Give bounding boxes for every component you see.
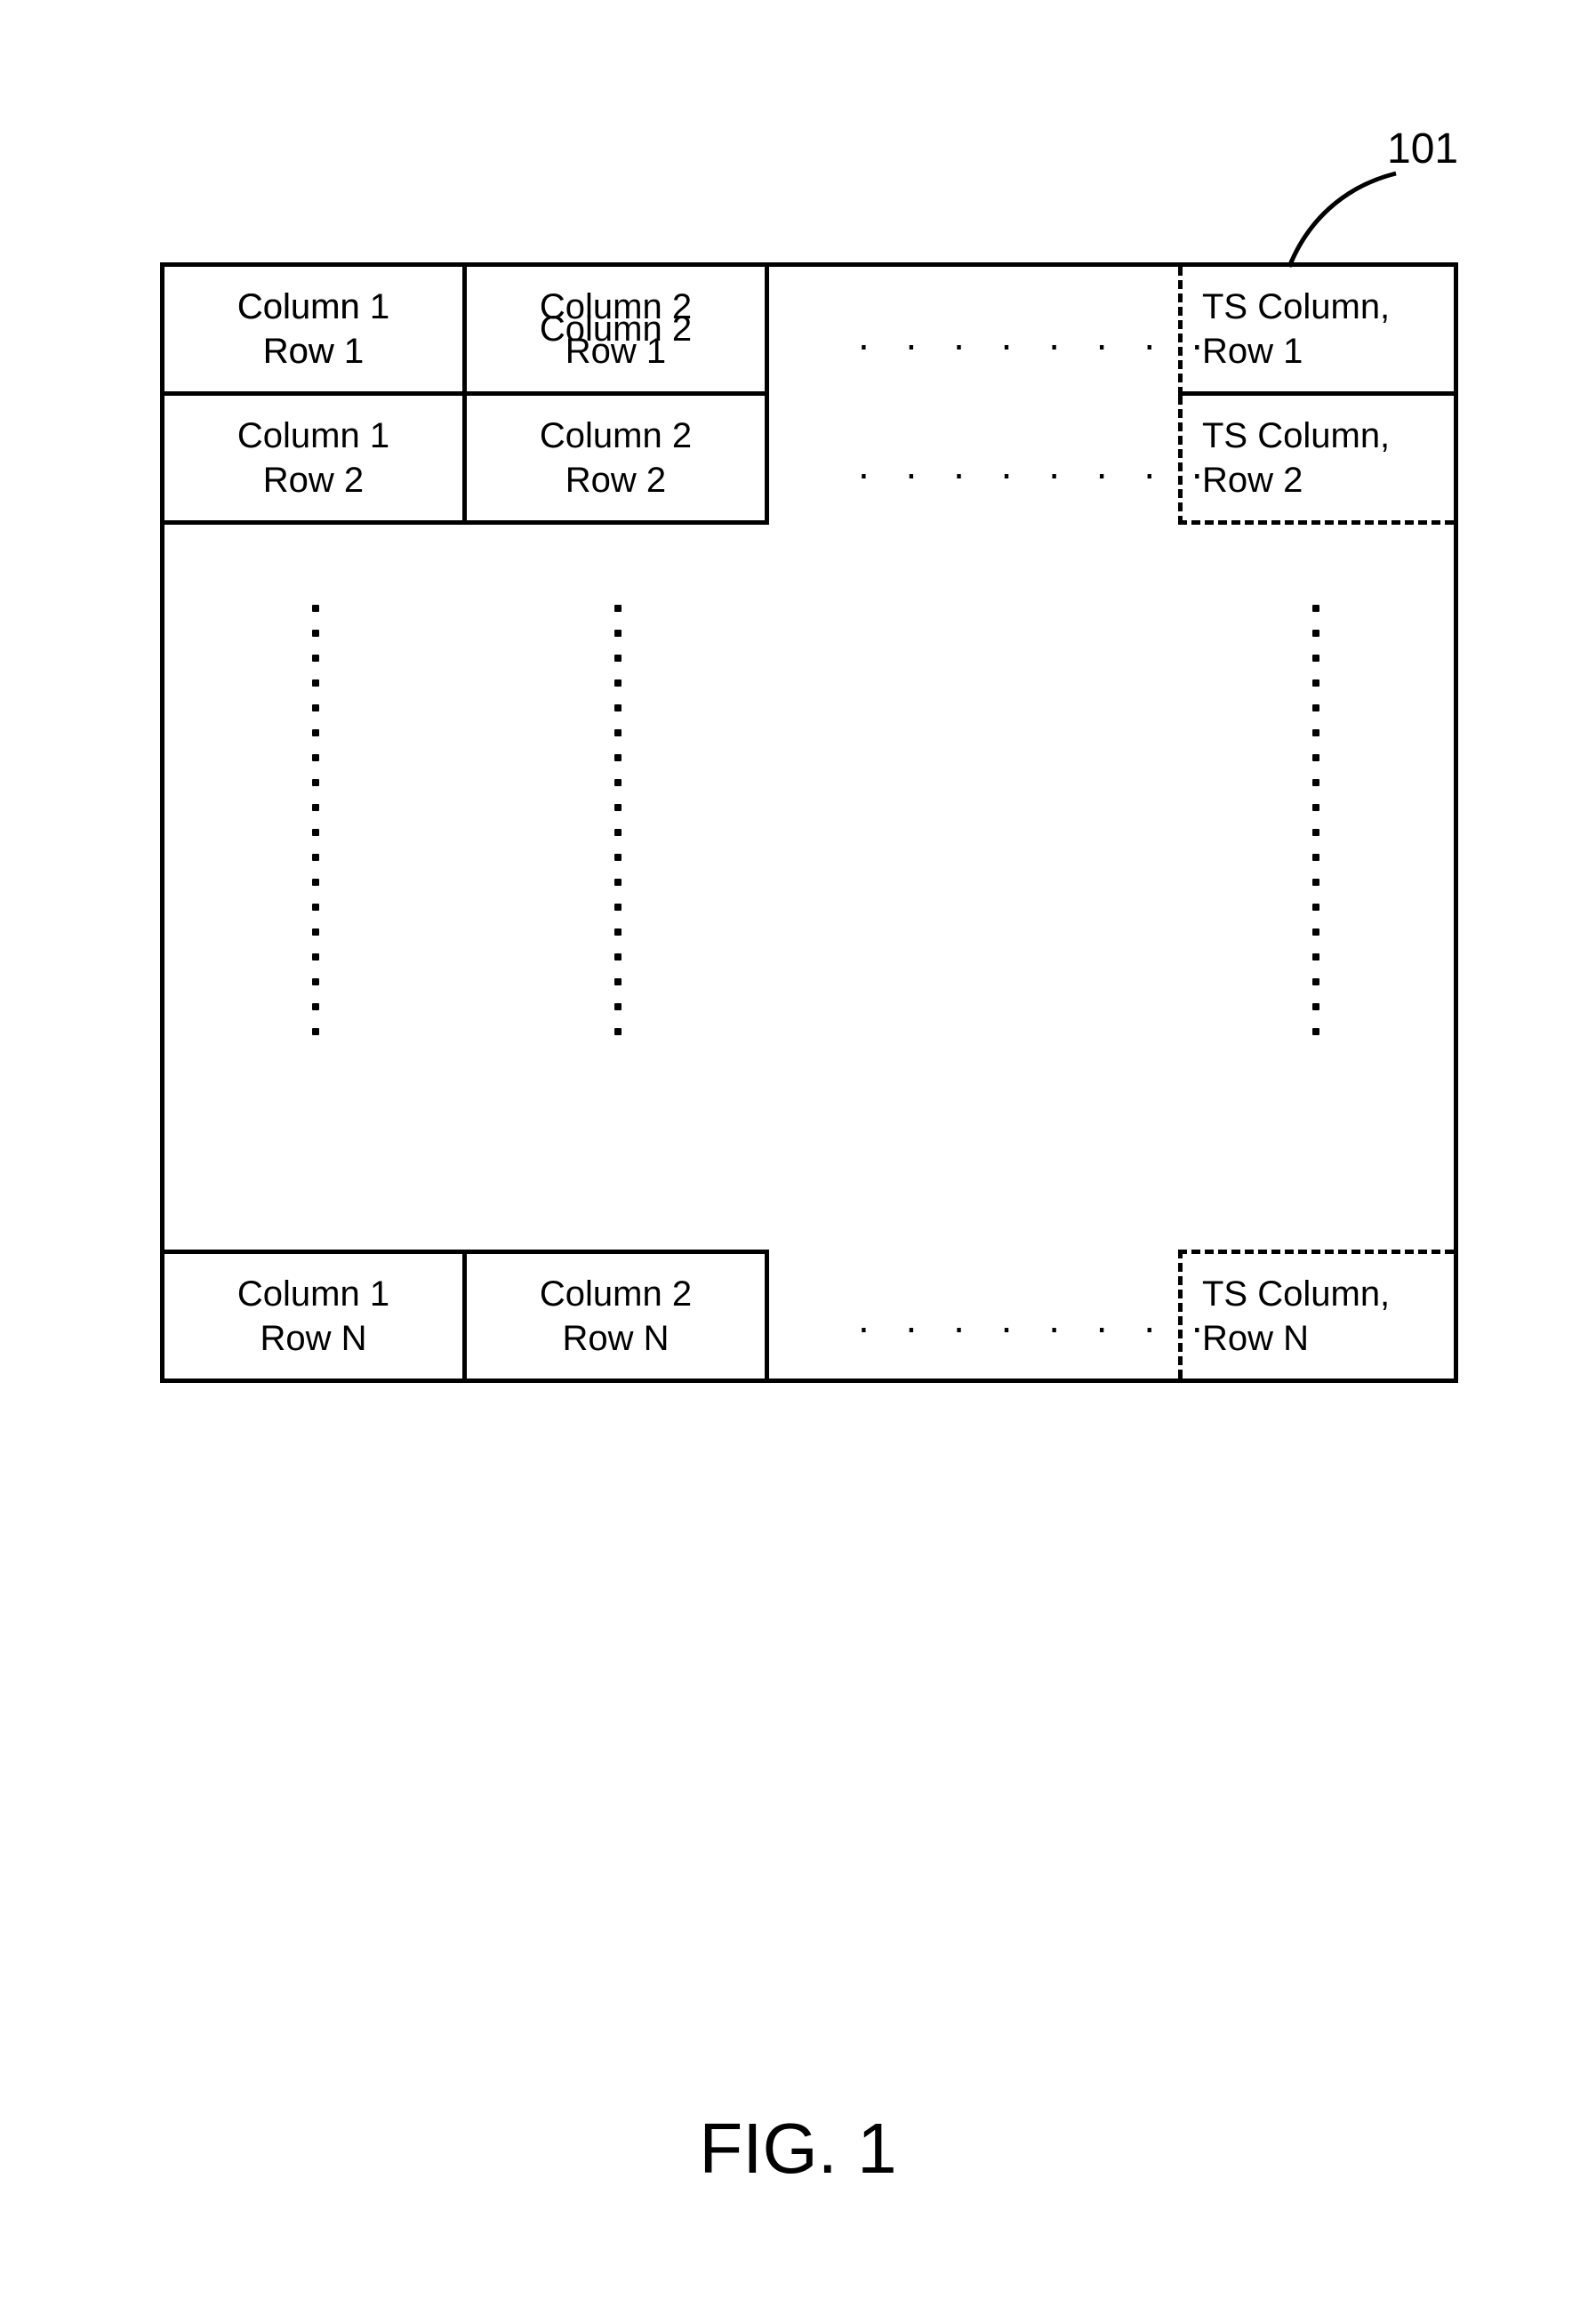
text-line: Column 2 xyxy=(540,414,692,458)
cell-col2-row2: Column 2 Row 2 xyxy=(467,396,769,525)
text-line: Column 2 xyxy=(540,285,692,329)
text-line: Row 1 xyxy=(263,329,364,374)
text-line: Row 1 xyxy=(565,329,666,374)
vdots-ts xyxy=(1311,587,1320,1053)
text-line: Row 2 xyxy=(263,458,364,502)
cell-ts-rowN: TS Column, Row N xyxy=(1178,1250,1454,1379)
text-line: Column 1 xyxy=(237,414,389,458)
cell-col2-row1: Column 2 Row 1 xyxy=(467,267,769,396)
text-line: Column 1 xyxy=(237,285,389,329)
text-line: Row 2 xyxy=(1202,458,1303,502)
callout-leader xyxy=(1280,160,1414,276)
cell-col1-rowN: Column 1 Row N xyxy=(164,1250,467,1379)
hdots-row2: . . . . . . . . xyxy=(858,440,1215,488)
vdots-col1 xyxy=(311,587,320,1053)
text-line: Row N xyxy=(260,1316,366,1361)
figure-canvas: 101 Column 1 Row 1 Column 2 Column 1 Row… xyxy=(0,0,1596,2323)
text-line: Column 2 xyxy=(540,1272,692,1316)
text-line: TS Column, xyxy=(1202,414,1390,458)
vdots-col2 xyxy=(614,587,622,1053)
hdots-rowN: . . . . . . . . xyxy=(858,1294,1215,1342)
cell-col1-row1: Column 1 Row 1 xyxy=(164,267,467,396)
cell-col2-rowN: Column 2 Row N xyxy=(467,1250,769,1379)
table-grid-main: Column 1 Row 1 Column 2 Row 1 TS Column,… xyxy=(160,262,1458,1383)
text-line: TS Column, xyxy=(1202,1272,1390,1316)
text-line: TS Column, xyxy=(1202,285,1390,329)
cell-col1-row2: Column 1 Row 2 xyxy=(164,396,467,525)
text-line: Row N xyxy=(1202,1316,1309,1361)
figure-caption: FIG. 1 xyxy=(0,2108,1596,2190)
text-line: Row N xyxy=(562,1316,669,1361)
text-line: Row 1 xyxy=(1202,329,1303,374)
text-line: Row 2 xyxy=(565,458,666,502)
cell-ts-row1: TS Column, Row 1 xyxy=(1178,267,1454,396)
cell-ts-row2: TS Column, Row 2 xyxy=(1178,396,1454,525)
text-line: Column 1 xyxy=(237,1272,389,1316)
hdots-row1: . . . . . . . . xyxy=(858,311,1215,359)
